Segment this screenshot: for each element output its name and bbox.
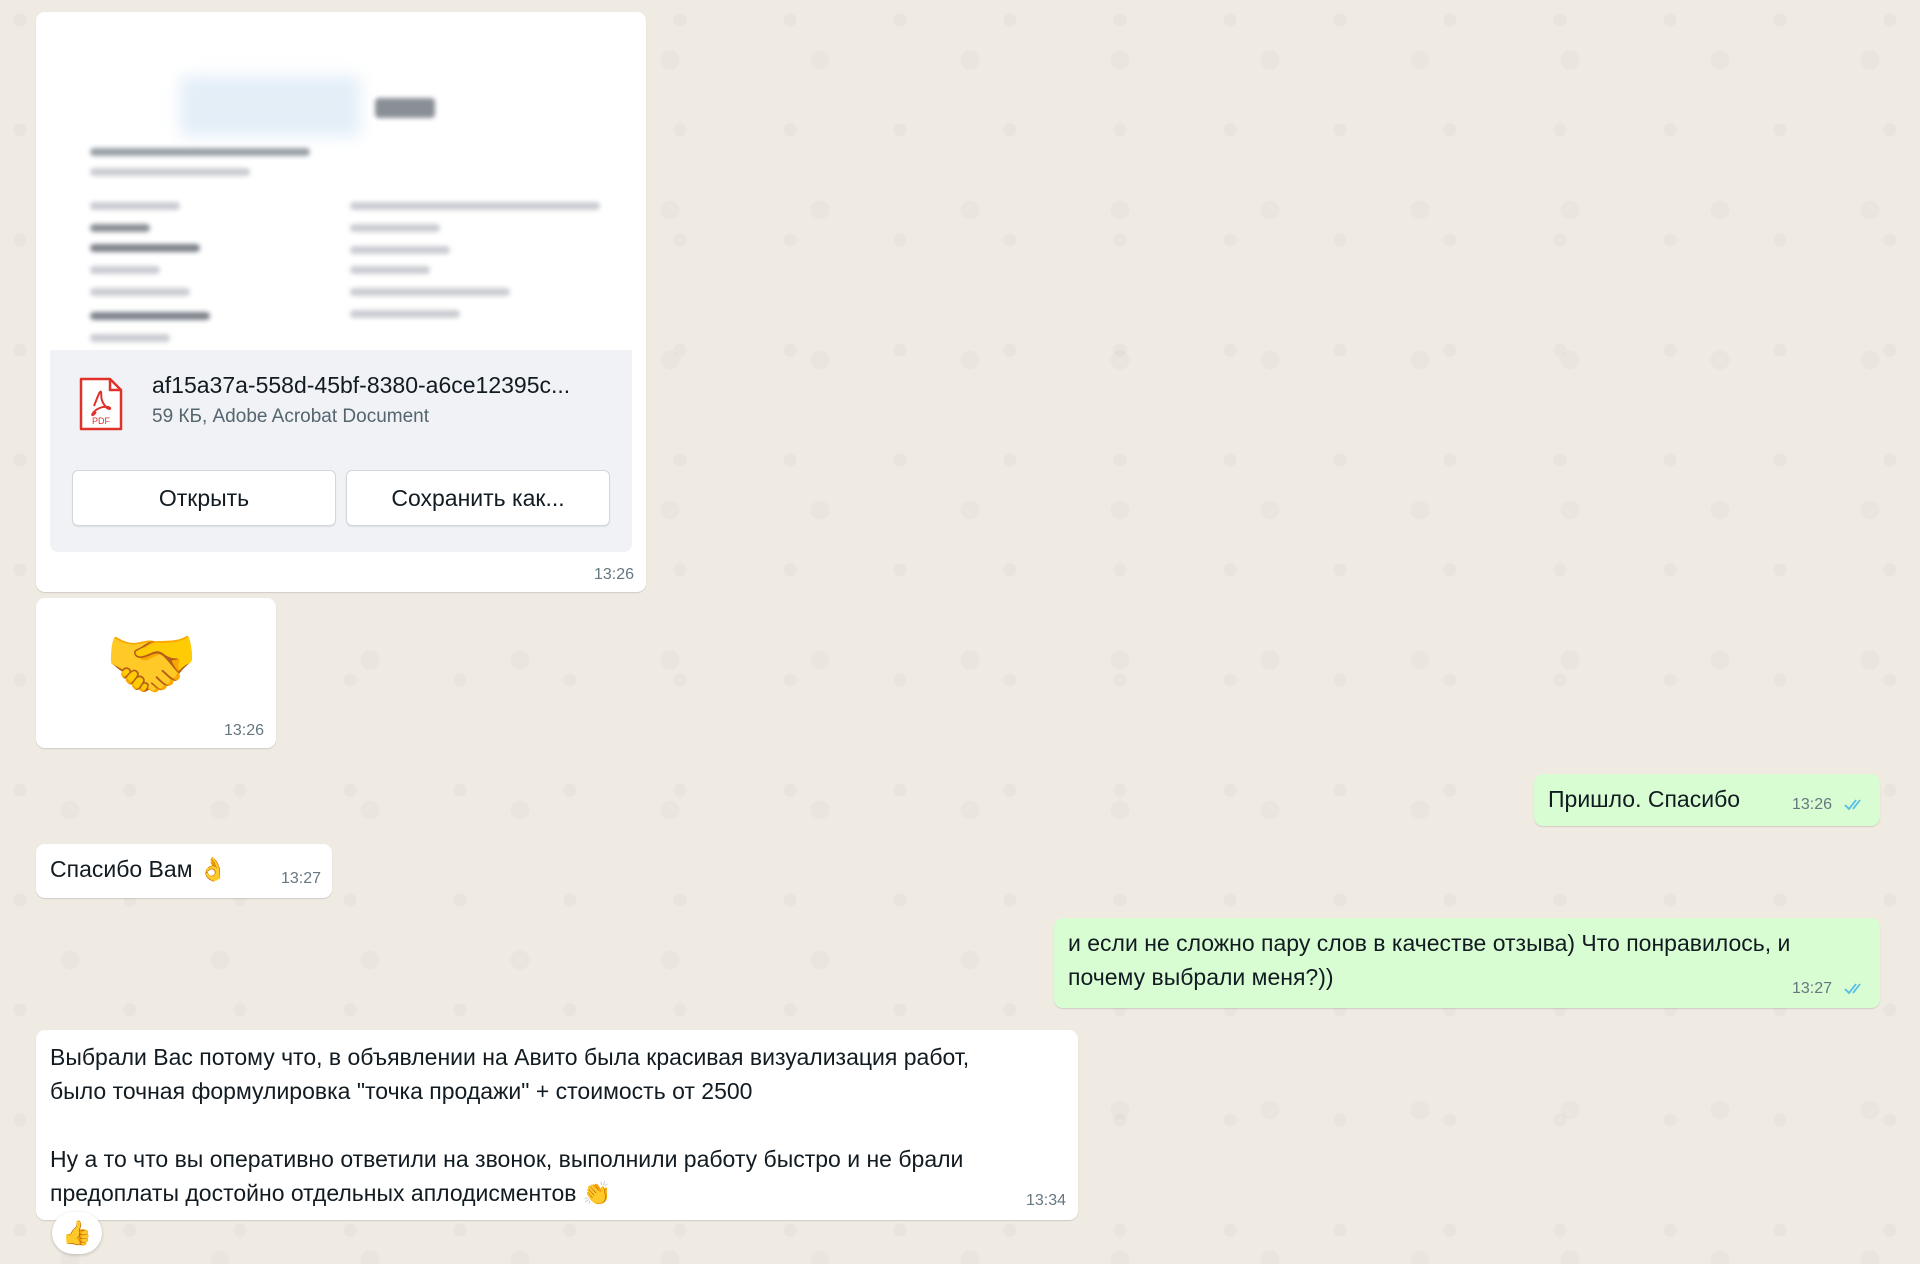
- document-preview[interactable]: [50, 26, 632, 350]
- document-meta[interactable]: PDF af15a37a-558d-45bf-8380-a6ce12395c..…: [50, 350, 632, 453]
- message-text: Выбрали Вас потому что, в объявлении на …: [50, 1044, 970, 1206]
- open-button[interactable]: Открыть: [72, 470, 336, 526]
- emoji-message[interactable]: 🤝 13:26: [36, 598, 276, 748]
- message-time: 13:26: [223, 722, 264, 739]
- outgoing-message[interactable]: и если не сложно пару слов в качестве от…: [1054, 918, 1880, 1008]
- double-check-icon: [1844, 983, 1861, 995]
- document-message[interactable]: PDF af15a37a-558d-45bf-8380-a6ce12395c..…: [36, 12, 646, 592]
- handshake-emoji: 🤝: [104, 622, 199, 707]
- svg-text:PDF: PDF: [92, 416, 111, 426]
- message-text: Спасибо Вам 👌: [50, 856, 228, 882]
- incoming-message[interactable]: Спасибо Вам 👌 13:27: [36, 844, 332, 898]
- message-time: 13:27: [1792, 980, 1833, 997]
- message-text: Пришло. Спасибо: [1548, 786, 1741, 812]
- incoming-message[interactable]: Выбрали Вас потому что, в объявлении на …: [36, 1030, 1078, 1220]
- outgoing-message[interactable]: Пришло. Спасибо 13:26: [1534, 774, 1880, 826]
- thumbs-up-reaction[interactable]: 👍: [52, 1212, 102, 1254]
- document-file-name: af15a37a-558d-45bf-8380-a6ce12395c...: [152, 372, 571, 398]
- double-check-icon: [1844, 799, 1861, 811]
- document-file-info: 59 КБ, Adobe Acrobat Document: [152, 406, 430, 427]
- message-text: и если не сложно пару слов в качестве от…: [1068, 930, 1791, 990]
- document-actions: Открыть Сохранить как...: [50, 452, 632, 552]
- pdf-file-icon: PDF: [79, 377, 123, 431]
- message-time: 13:26: [593, 566, 634, 583]
- message-time: 13:27: [281, 870, 322, 887]
- thumbs-up-icon: 👍: [62, 1219, 92, 1247]
- message-time: 13:34: [1026, 1192, 1067, 1209]
- save-as-button[interactable]: Сохранить как...: [346, 470, 610, 526]
- message-time: 13:26: [1792, 796, 1833, 813]
